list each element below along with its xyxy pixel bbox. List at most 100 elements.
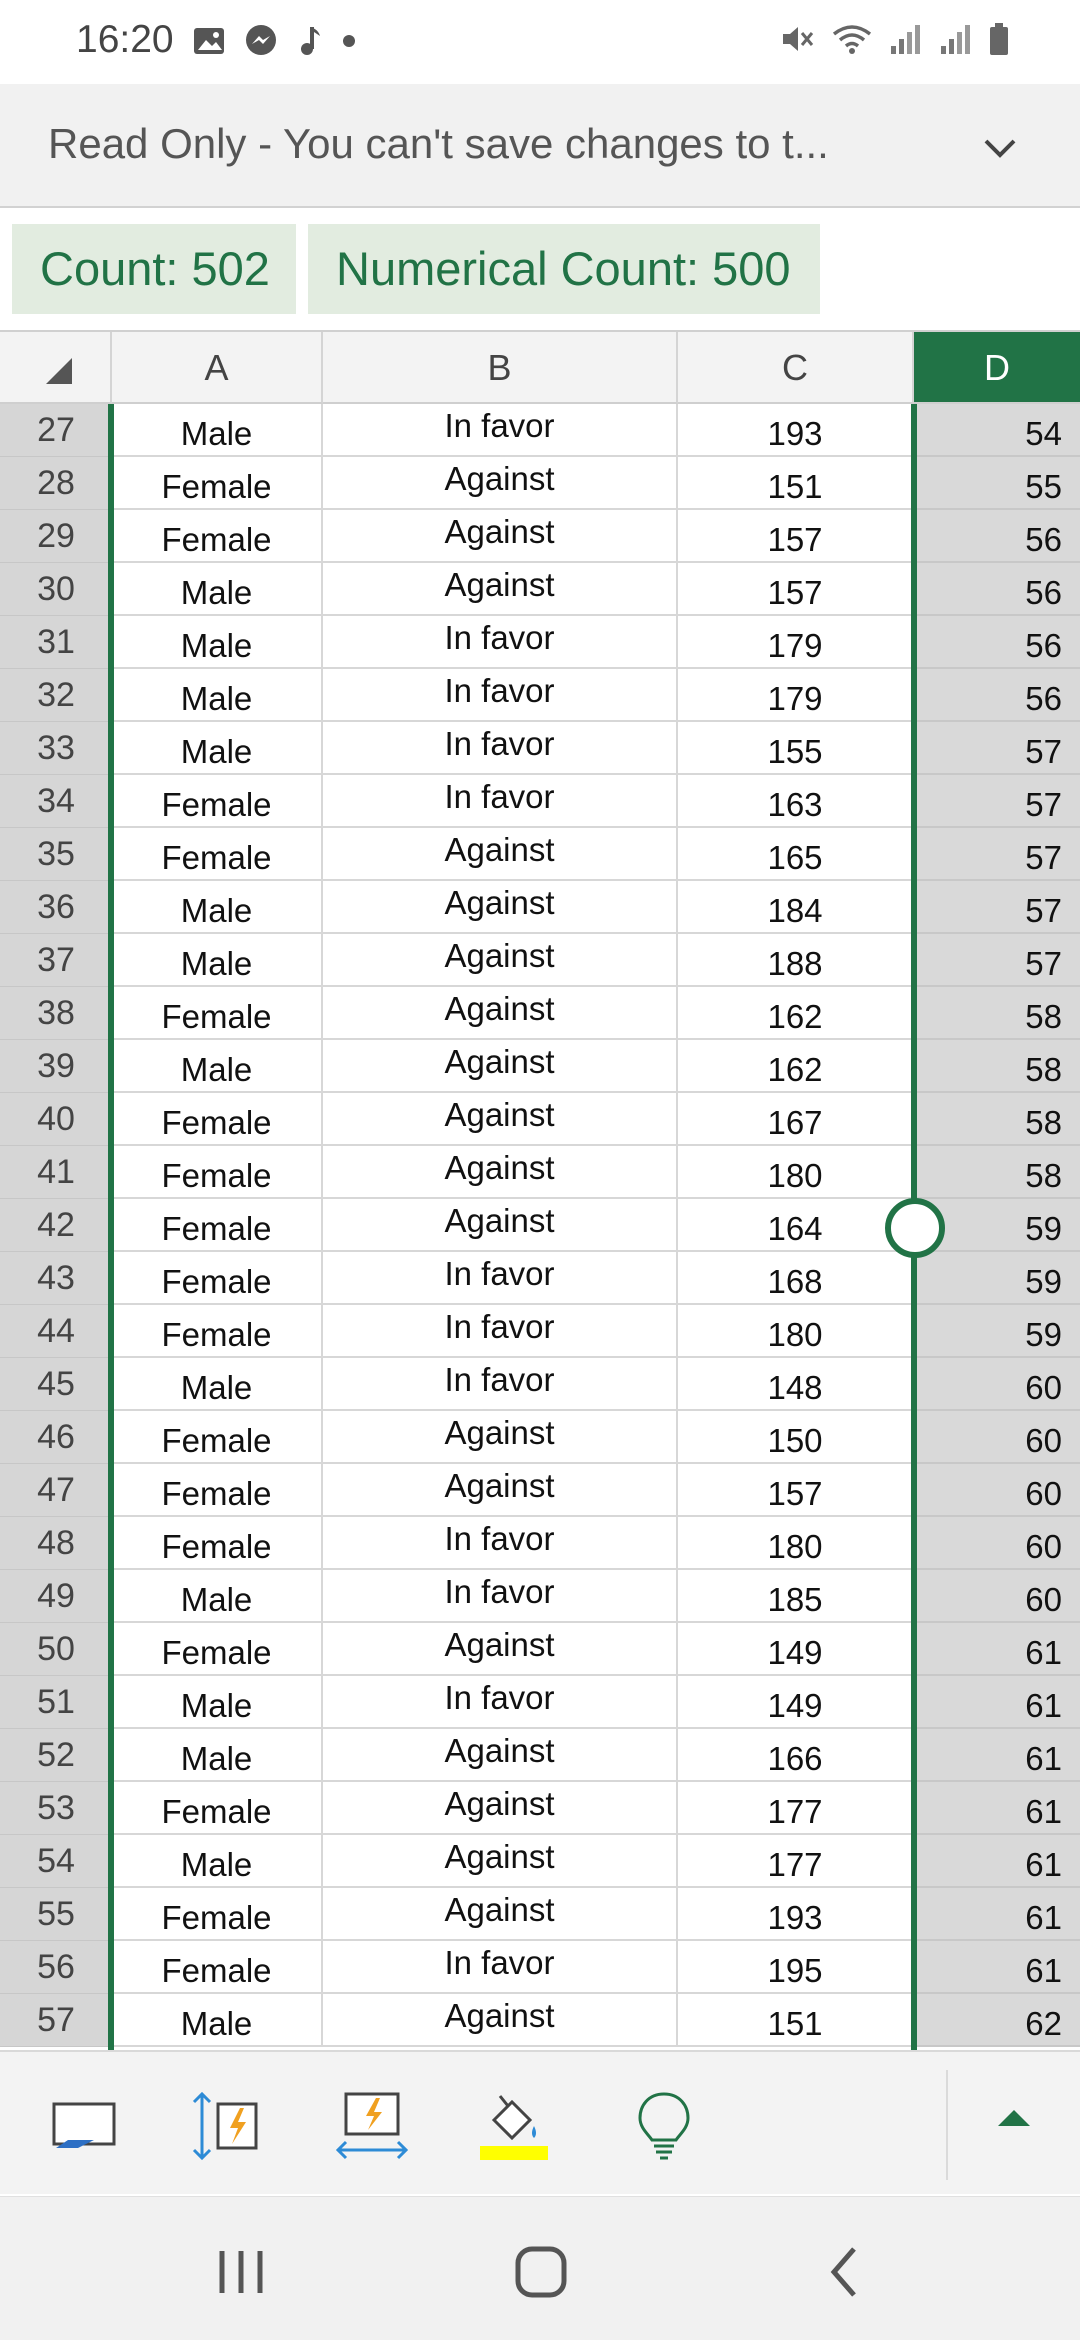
cell-a[interactable]: Female xyxy=(112,1146,323,1199)
row-header[interactable]: 43 xyxy=(0,1252,112,1305)
cell-b[interactable]: Against xyxy=(323,881,678,934)
cell-a[interactable]: Female xyxy=(112,1411,323,1464)
cell-c[interactable]: 149 xyxy=(678,1623,914,1676)
cell-a[interactable]: Male xyxy=(112,1676,323,1729)
cell-c[interactable]: 180 xyxy=(678,1305,914,1358)
cell-c[interactable]: 165 xyxy=(678,828,914,881)
row-header[interactable]: 54 xyxy=(0,1835,112,1888)
row-header[interactable]: 39 xyxy=(0,1040,112,1093)
cell-c[interactable]: 163 xyxy=(678,775,914,828)
row-header[interactable]: 55 xyxy=(0,1888,112,1941)
cell-d[interactable]: 54 xyxy=(914,404,1080,457)
cell-b[interactable]: Against xyxy=(323,510,678,563)
cell-a[interactable]: Male xyxy=(112,1835,323,1888)
row-header[interactable]: 52 xyxy=(0,1729,112,1782)
cell-c[interactable]: 188 xyxy=(678,934,914,987)
cell-a[interactable]: Male xyxy=(112,881,323,934)
cell-c[interactable]: 157 xyxy=(678,510,914,563)
cell-c[interactable]: 155 xyxy=(678,722,914,775)
cell-a[interactable]: Female xyxy=(112,1888,323,1941)
cell-b[interactable]: Against xyxy=(323,1199,678,1252)
cell-d[interactable]: 58 xyxy=(914,1040,1080,1093)
back-icon[interactable] xyxy=(810,2237,880,2307)
cell-b[interactable]: In favor xyxy=(323,1676,678,1729)
cell-b[interactable]: Against xyxy=(323,828,678,881)
cell-c[interactable]: 179 xyxy=(678,616,914,669)
cell-d[interactable]: 59 xyxy=(914,1305,1080,1358)
cell-c[interactable]: 149 xyxy=(678,1676,914,1729)
autofit-row-height-icon[interactable] xyxy=(190,2090,262,2162)
cell-a[interactable]: Female xyxy=(112,1623,323,1676)
row-header[interactable]: 35 xyxy=(0,828,112,881)
cell-d[interactable]: 61 xyxy=(914,1782,1080,1835)
cell-c[interactable]: 166 xyxy=(678,1729,914,1782)
cell-d[interactable]: 57 xyxy=(914,828,1080,881)
lightbulb-icon[interactable] xyxy=(628,2090,700,2162)
row-header[interactable]: 57 xyxy=(0,1994,112,2047)
row-header[interactable]: 41 xyxy=(0,1146,112,1199)
cell-d[interactable]: 60 xyxy=(914,1517,1080,1570)
row-header[interactable]: 29 xyxy=(0,510,112,563)
cell-b[interactable]: Against xyxy=(323,1040,678,1093)
cell-d[interactable]: 60 xyxy=(914,1411,1080,1464)
column-header-c[interactable]: C xyxy=(678,332,914,404)
read-only-banner[interactable]: Read Only - You can't save changes to t.… xyxy=(0,84,1080,208)
cell-a[interactable]: Female xyxy=(112,510,323,563)
fill-color-icon[interactable] xyxy=(478,2090,550,2162)
keyboard-icon[interactable] xyxy=(48,2090,120,2162)
column-header-a[interactable]: A xyxy=(112,332,323,404)
row-header[interactable]: 36 xyxy=(0,881,112,934)
cell-a[interactable]: Female xyxy=(112,775,323,828)
cell-c[interactable]: 177 xyxy=(678,1835,914,1888)
chevron-down-icon[interactable] xyxy=(980,128,1020,168)
cell-b[interactable]: Against xyxy=(323,1782,678,1835)
cell-b[interactable]: Against xyxy=(323,1888,678,1941)
cell-d[interactable]: 60 xyxy=(914,1570,1080,1623)
row-header[interactable]: 45 xyxy=(0,1358,112,1411)
column-header-d[interactable]: D xyxy=(914,332,1080,404)
cell-c[interactable]: 167 xyxy=(678,1093,914,1146)
cell-d[interactable]: 61 xyxy=(914,1888,1080,1941)
cell-b[interactable]: Against xyxy=(323,1729,678,1782)
cell-a[interactable]: Female xyxy=(112,457,323,510)
cell-c[interactable]: 195 xyxy=(678,1941,914,1994)
cell-a[interactable]: Male xyxy=(112,1729,323,1782)
cell-b[interactable]: In favor xyxy=(323,775,678,828)
cell-a[interactable]: Male xyxy=(112,1570,323,1623)
spreadsheet-grid[interactable]: A B C D 27 Male In favor 193 54 28 Female Again… xyxy=(0,330,1080,2050)
cell-b[interactable]: In favor xyxy=(323,404,678,457)
cell-a[interactable]: Female xyxy=(112,1464,323,1517)
cell-d[interactable]: 58 xyxy=(914,1146,1080,1199)
row-header[interactable]: 27 xyxy=(0,404,112,457)
cell-b[interactable]: In favor xyxy=(323,1517,678,1570)
cell-c[interactable]: 151 xyxy=(678,1994,914,2047)
cell-c[interactable]: 164 xyxy=(678,1199,914,1252)
cell-c[interactable]: 151 xyxy=(678,457,914,510)
cell-d[interactable]: 57 xyxy=(914,881,1080,934)
cell-c[interactable]: 185 xyxy=(678,1570,914,1623)
cell-c[interactable]: 179 xyxy=(678,669,914,722)
row-header[interactable]: 53 xyxy=(0,1782,112,1835)
cell-c[interactable]: 177 xyxy=(678,1782,914,1835)
row-header[interactable]: 56 xyxy=(0,1941,112,1994)
cell-c[interactable]: 148 xyxy=(678,1358,914,1411)
cell-d[interactable]: 57 xyxy=(914,934,1080,987)
row-header[interactable]: 38 xyxy=(0,987,112,1040)
cell-a[interactable]: Female xyxy=(112,1782,323,1835)
cell-b[interactable]: In favor xyxy=(323,1305,678,1358)
row-header[interactable]: 37 xyxy=(0,934,112,987)
autofit-column-width-icon[interactable] xyxy=(336,2090,408,2162)
cell-a[interactable]: Female xyxy=(112,1305,323,1358)
cell-b[interactable]: Against xyxy=(323,1411,678,1464)
cell-b[interactable]: In favor xyxy=(323,1941,678,1994)
row-header[interactable]: 48 xyxy=(0,1517,112,1570)
cell-d[interactable]: 59 xyxy=(914,1252,1080,1305)
row-header[interactable]: 31 xyxy=(0,616,112,669)
cell-b[interactable]: In favor xyxy=(323,722,678,775)
cell-d[interactable]: 56 xyxy=(914,669,1080,722)
cell-d[interactable]: 62 xyxy=(914,1994,1080,2047)
row-header[interactable]: 32 xyxy=(0,669,112,722)
row-header[interactable]: 40 xyxy=(0,1093,112,1146)
cell-d[interactable]: 56 xyxy=(914,563,1080,616)
cell-d[interactable]: 61 xyxy=(914,1835,1080,1888)
